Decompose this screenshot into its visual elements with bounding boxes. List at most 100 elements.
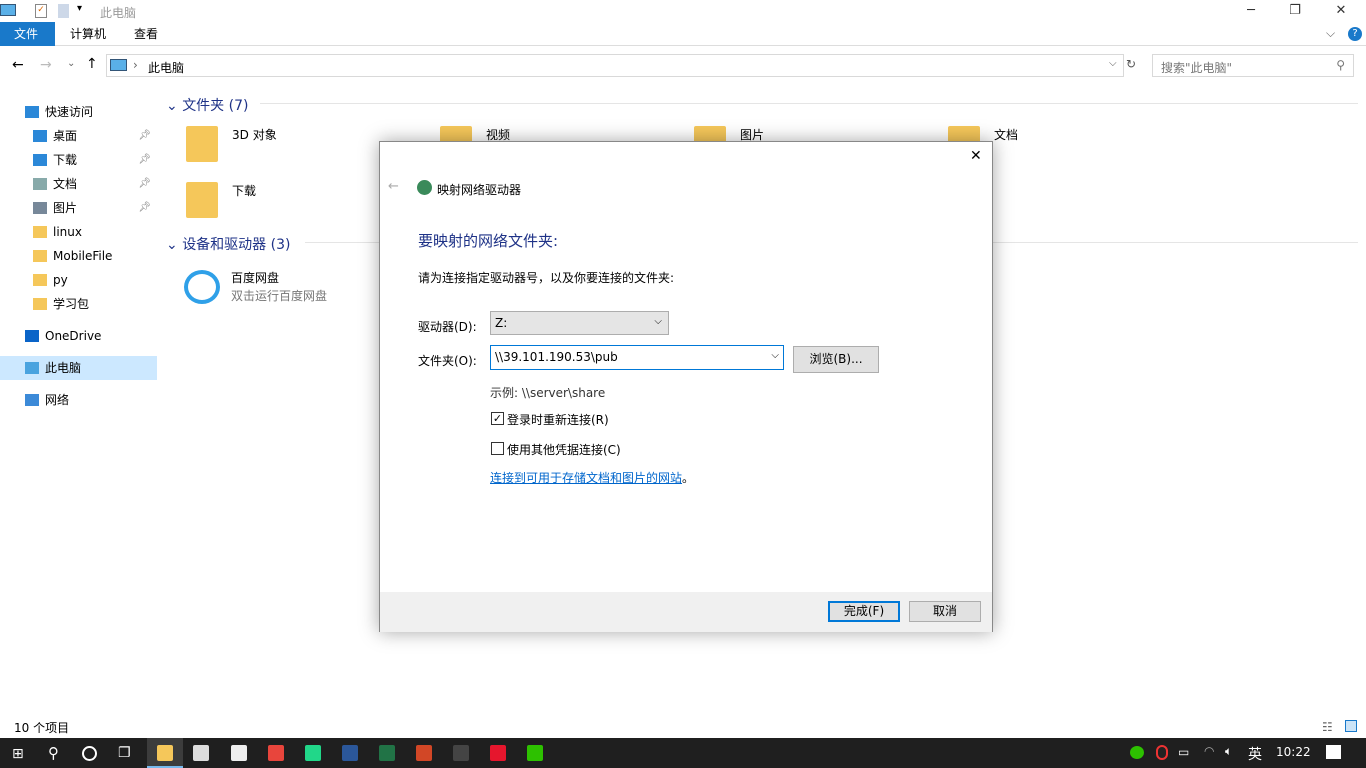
up-icon[interactable]: ↑ bbox=[86, 56, 98, 72]
mail-icon[interactable] bbox=[231, 745, 247, 761]
map-network-drive-dialog: ✕ ← 映射网络驱动器 要映射的网络文件夹: 请为连接指定驱动器号，以及你要连接… bbox=[379, 141, 993, 632]
cortana-icon[interactable] bbox=[82, 746, 97, 761]
customize-toolbar-icon[interactable]: ▾ bbox=[77, 3, 82, 14]
computer-icon bbox=[0, 4, 16, 16]
sidebar-item[interactable]: MobileFile bbox=[0, 244, 157, 268]
dialog-title: 映射网络驱动器 bbox=[437, 183, 522, 197]
computer-icon bbox=[25, 362, 39, 374]
recent-locations-icon[interactable]: ⌄ bbox=[67, 58, 75, 69]
close-button[interactable]: ✕ bbox=[1318, 0, 1364, 22]
expand-ribbon-icon[interactable]: ⌵ bbox=[1326, 26, 1335, 41]
weibo-icon[interactable] bbox=[490, 745, 506, 761]
finish-button[interactable]: 完成(F) bbox=[828, 601, 900, 622]
pin-icon: 📌︎ bbox=[138, 130, 151, 141]
browse-button[interactable]: 浏览(B)... bbox=[793, 346, 879, 373]
powerpoint-icon[interactable] bbox=[416, 745, 432, 761]
task-view-icon[interactable]: ❐ bbox=[118, 745, 131, 761]
new-folder-icon[interactable] bbox=[58, 4, 69, 18]
device-name: 百度网盘 bbox=[231, 271, 280, 285]
folder-value: \\39.101.190.53\pub bbox=[495, 350, 618, 364]
address-bar[interactable]: › 此电脑 ⌵ bbox=[106, 54, 1124, 77]
baidu-netdisk-icon bbox=[184, 270, 220, 304]
window-title: 此电脑 bbox=[100, 6, 137, 20]
drive-value: Z: bbox=[495, 316, 508, 330]
store-icon[interactable] bbox=[193, 745, 209, 761]
drive-select[interactable]: Z: ⌵ bbox=[490, 311, 669, 335]
chrome-icon[interactable] bbox=[268, 745, 284, 761]
document-icon bbox=[33, 178, 47, 190]
sidebar-item[interactable]: py bbox=[0, 268, 157, 292]
sidebar-item[interactable]: 快速访问 bbox=[0, 100, 157, 124]
sidebar-item[interactable]: 下载 📌︎ bbox=[0, 148, 157, 172]
link-suffix: 。 bbox=[682, 471, 695, 485]
ime-indicator[interactable]: 英 bbox=[1248, 744, 1262, 764]
folder-input[interactable]: \\39.101.190.53\pub ⌵ bbox=[490, 345, 784, 370]
tab-view[interactable]: 查看 bbox=[120, 22, 172, 46]
dialog-instruction: 请为连接指定驱动器号，以及你要连接的文件夹: bbox=[418, 271, 675, 285]
back-icon[interactable]: ← bbox=[12, 57, 24, 73]
sidebar-item[interactable]: 学习包 bbox=[0, 292, 157, 316]
sidebar-item[interactable]: 桌面 📌︎ bbox=[0, 124, 157, 148]
sidebar-item-label: 学习包 bbox=[53, 297, 90, 311]
clock[interactable]: 10:22 bbox=[1276, 745, 1311, 759]
reconnect-label[interactable]: 登录时重新连接(R) bbox=[507, 411, 609, 428]
pin-icon: 📌︎ bbox=[138, 178, 151, 189]
cancel-button[interactable]: 取消 bbox=[909, 601, 981, 622]
properties-icon[interactable]: ✓ bbox=[35, 4, 47, 18]
dialog-heading: 要映射的网络文件夹: bbox=[418, 232, 559, 250]
breadcrumb[interactable]: 此电脑 bbox=[148, 59, 184, 76]
pycharm-icon[interactable] bbox=[305, 745, 321, 761]
sidebar-item-label: 图片 bbox=[53, 201, 78, 215]
details-view-icon[interactable]: ☷ bbox=[1322, 720, 1333, 734]
sidebar-item[interactable]: 图片 📌︎ bbox=[0, 196, 157, 220]
word-icon[interactable] bbox=[342, 745, 358, 761]
battery-icon[interactable]: ▭ bbox=[1178, 745, 1189, 759]
wechat-tray-icon[interactable] bbox=[1130, 746, 1144, 759]
sidebar-item-label: 快速访问 bbox=[45, 105, 94, 119]
folder-label: 文件夹(O): bbox=[418, 354, 477, 368]
sidebar-item-label: 此电脑 bbox=[45, 361, 82, 375]
address-dropdown-icon[interactable]: ⌵ bbox=[1109, 58, 1117, 69]
refresh-icon[interactable]: ↻ bbox=[1126, 57, 1136, 71]
other-credentials-label[interactable]: 使用其他凭据连接(C) bbox=[507, 441, 621, 458]
volume-icon[interactable]: 🔈︎ bbox=[1225, 744, 1232, 759]
devices-section-header[interactable]: ⌄ 设备和驱动器 (3) bbox=[166, 234, 290, 254]
search-icon[interactable]: ⚲ bbox=[48, 744, 59, 762]
folders-section-header[interactable]: ⌄ 文件夹 (7) bbox=[166, 95, 248, 115]
tab-file[interactable]: 文件 bbox=[0, 22, 55, 46]
large-icons-view-icon[interactable] bbox=[1345, 720, 1357, 732]
sidebar-item[interactable]: 此电脑 bbox=[0, 356, 157, 380]
cmd-icon[interactable] bbox=[453, 745, 469, 761]
file-explorer-icon[interactable] bbox=[157, 745, 173, 761]
reconnect-checkbox[interactable]: ✓ bbox=[491, 412, 504, 425]
storage-website-link[interactable]: 连接到可用于存储文档和图片的网站 bbox=[490, 471, 682, 485]
forward-icon[interactable]: → bbox=[40, 57, 52, 73]
sidebar-item-label: 桌面 bbox=[53, 129, 78, 143]
start-icon[interactable]: ⊞ bbox=[12, 746, 24, 762]
sidebar-item[interactable]: 文档 📌︎ bbox=[0, 172, 157, 196]
wifi-icon[interactable]: ◠ bbox=[1204, 744, 1214, 758]
qq-tray-icon[interactable] bbox=[1156, 745, 1168, 760]
sidebar-item[interactable]: linux bbox=[0, 220, 157, 244]
sidebar-item[interactable]: 网络 bbox=[0, 388, 157, 412]
sidebar-item-label: linux bbox=[53, 225, 82, 239]
dialog-back-button[interactable]: ← bbox=[388, 179, 399, 194]
example-text: 示例: \\server\share bbox=[490, 386, 606, 400]
sidebar-item-label: OneDrive bbox=[45, 329, 102, 343]
dialog-close-button[interactable]: ✕ bbox=[970, 148, 982, 164]
minimize-button[interactable]: ─ bbox=[1228, 0, 1274, 22]
other-credentials-checkbox[interactable] bbox=[491, 442, 504, 455]
wechat-icon[interactable] bbox=[527, 745, 543, 761]
device-baidu-netdisk[interactable]: 百度网盘 双击运行百度网盘 bbox=[180, 266, 380, 310]
sidebar-item-label: MobileFile bbox=[53, 249, 113, 263]
restore-button[interactable]: ❐ bbox=[1272, 0, 1318, 22]
network-icon bbox=[25, 394, 39, 406]
chevron-down-icon[interactable]: ⌵ bbox=[771, 350, 779, 361]
excel-icon[interactable] bbox=[379, 745, 395, 761]
search-input[interactable]: 搜索"此电脑" ⚲ bbox=[1152, 54, 1354, 77]
help-icon[interactable]: ? bbox=[1348, 27, 1362, 41]
sidebar-item[interactable]: OneDrive bbox=[0, 324, 157, 348]
action-center-icon[interactable] bbox=[1326, 745, 1341, 759]
sidebar-item-label: 网络 bbox=[45, 393, 70, 407]
tab-computer[interactable]: 计算机 bbox=[56, 22, 120, 46]
